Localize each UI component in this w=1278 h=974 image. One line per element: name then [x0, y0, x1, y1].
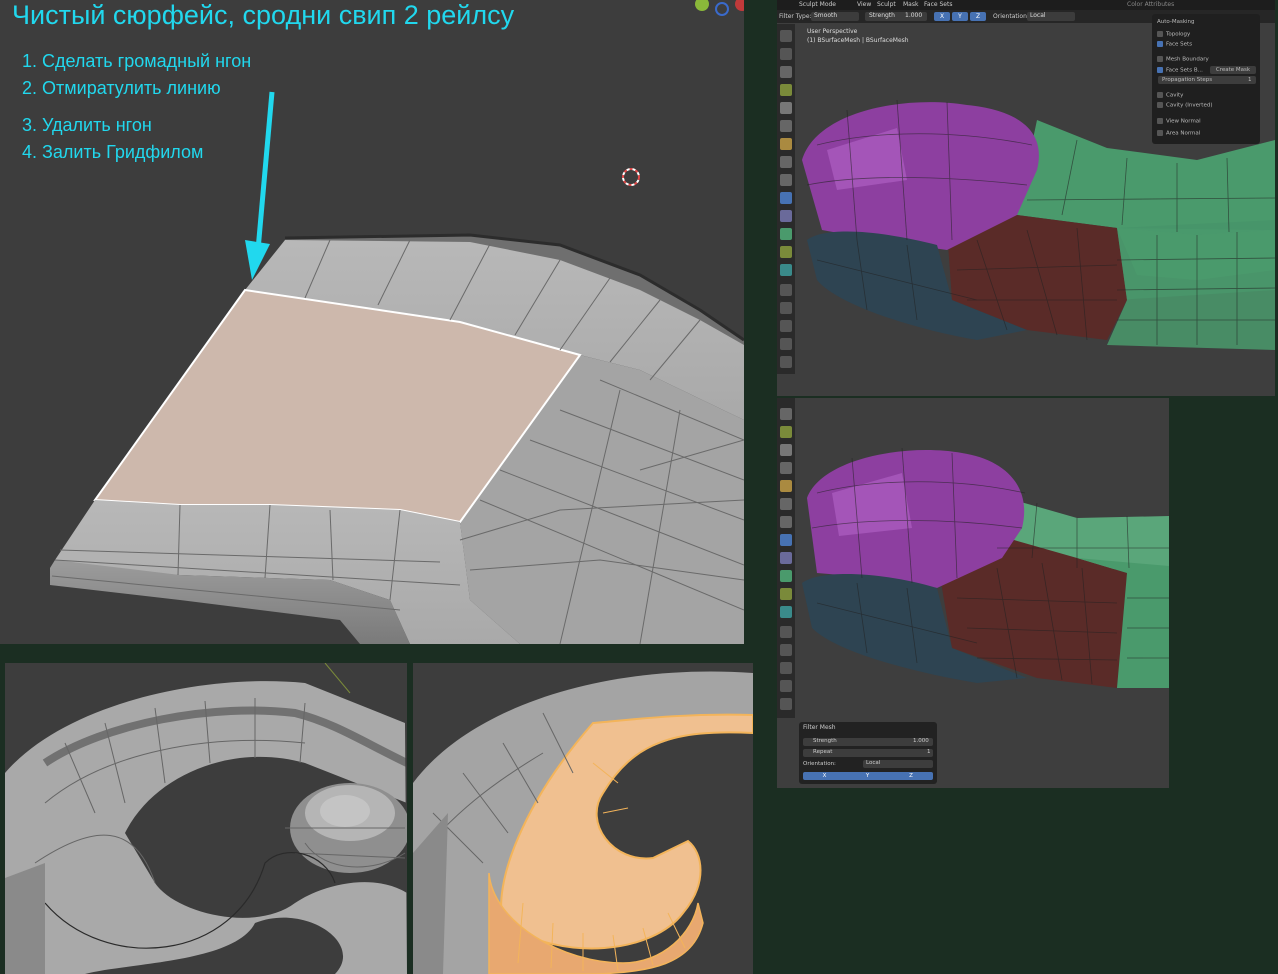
mesh-render-middle: [413, 671, 753, 974]
filter-orientation-label: Orientation:: [803, 761, 836, 767]
filter-axis-z-button[interactable]: Z: [889, 772, 933, 780]
viewport-wireframe-left[interactable]: [5, 663, 407, 974]
filter-mesh-title: Filter Mesh: [803, 724, 836, 731]
tutorial-title: Чистый сюрфейс, сродни свип 2 рейлсу: [12, 0, 515, 30]
auto-masking-title: Auto-Masking: [1157, 19, 1195, 25]
propagation-steps-field[interactable]: Propagation Steps 1: [1158, 76, 1256, 84]
filter-orientation-dropdown[interactable]: Local: [863, 760, 933, 768]
cavity-checkbox[interactable]: Cavity: [1157, 92, 1183, 99]
viewport-selection-middle[interactable]: [413, 663, 753, 974]
filter-mesh-panel: Filter Mesh Strength 1.000 Repeat 1 Orie…: [799, 722, 937, 784]
face-sets-checkbox[interactable]: Face Sets: [1157, 41, 1192, 48]
filter-axis-y-button[interactable]: Y: [846, 772, 889, 780]
step-4: 4. Залить Гридфилом: [22, 142, 204, 162]
create-mask-button[interactable]: Create Mask: [1210, 66, 1256, 74]
step-1: 1. Сделать громадный нгон: [22, 51, 252, 71]
step-2: 2. Отмиратулить линию: [22, 78, 221, 98]
area-normal-checkbox[interactable]: Area Normal: [1157, 130, 1200, 137]
sculpt-viewport-top[interactable]: Sculpt Mode View Sculpt Mask Face Sets C…: [777, 0, 1275, 396]
cavity-inverted-checkbox[interactable]: Cavity (Inverted): [1157, 102, 1212, 109]
filter-repeat-field[interactable]: Repeat 1: [803, 749, 933, 757]
auto-masking-popover: Auto-Masking Topology Face Sets Mesh Bou…: [1152, 14, 1260, 144]
filter-axis-x-button[interactable]: X: [803, 772, 846, 780]
main-viewport[interactable]: Чистый сюрфейс, сродни свип 2 рейлсу 1. …: [0, 0, 744, 644]
topology-checkbox[interactable]: Topology: [1157, 31, 1190, 38]
face-sets-boundary-checkbox[interactable]: Face Sets B...: [1157, 67, 1203, 74]
mesh-boundary-checkbox[interactable]: Mesh Boundary: [1157, 56, 1209, 63]
sculpt-viewport-bottom[interactable]: Filter Mesh Strength 1.000 Repeat 1 Orie…: [777, 398, 1169, 788]
view-normal-checkbox[interactable]: View Normal: [1157, 118, 1201, 125]
mesh-render-left: [5, 663, 407, 974]
filter-strength-field[interactable]: Strength 1.000: [803, 738, 933, 746]
step-3: 3. Удалить нгон: [22, 115, 152, 135]
